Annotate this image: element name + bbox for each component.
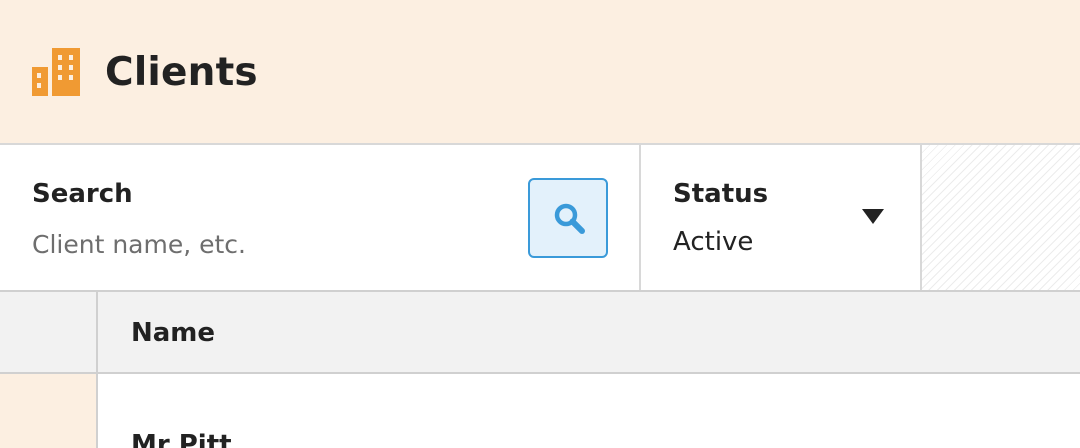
table-row[interactable]: Mr Pitt xyxy=(0,374,1080,448)
table-header-gutter xyxy=(0,292,98,372)
search-filter: Search xyxy=(0,145,641,290)
empty-filter-slot xyxy=(922,145,1080,290)
search-icon xyxy=(554,203,585,234)
page-title: Clients xyxy=(105,50,258,95)
search-input[interactable] xyxy=(32,227,502,261)
status-value: Active xyxy=(673,227,754,257)
column-header-name[interactable]: Name xyxy=(131,317,215,349)
building-icon xyxy=(32,48,80,96)
status-select[interactable]: Status Active xyxy=(641,145,922,290)
caret-down-icon xyxy=(862,209,884,228)
client-name[interactable]: Mr Pitt xyxy=(131,429,232,448)
filter-bar: Search Status Active xyxy=(0,145,1080,292)
table-header: Name xyxy=(0,292,1080,374)
status-label: Status xyxy=(673,179,769,209)
page-header: Clients xyxy=(0,0,1080,145)
row-gutter xyxy=(0,374,98,448)
search-label: Search xyxy=(32,179,133,209)
clients-page: Clients Search Status Active xyxy=(0,0,1080,448)
search-button[interactable] xyxy=(528,178,608,258)
